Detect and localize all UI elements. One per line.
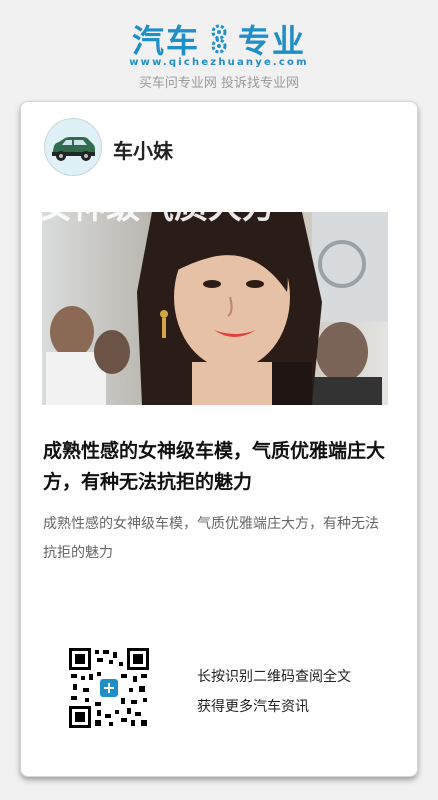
- site-slogan: 买车问专业网 投诉找专业网: [138, 76, 300, 91]
- logo-text-left: 汽车: [131, 22, 200, 60]
- photo-illustration: 女神级气质大方: [42, 212, 388, 405]
- author-avatar[interactable]: [44, 118, 102, 176]
- site-header: 汽车 专业 www.qichezhuanye.com 买车问专业网 投诉找专业网: [0, 0, 438, 100]
- article-card[interactable]: 车小妹 成熟性感的女神级车模，气质优雅端庄大方，有种无法抗拒的魅力 成熟性感的女…: [20, 101, 418, 777]
- qr-code-icon[interactable]: [69, 648, 149, 728]
- article-summary: 成熟性感的女神级车模，气质优雅端庄大方，有种无法抗拒的魅力: [43, 516, 379, 561]
- qr-line-2: 获得更多汽车资讯: [197, 699, 309, 715]
- site-logo[interactable]: 汽车 专业: [0, 18, 438, 60]
- author-name[interactable]: 车小妹: [113, 135, 173, 164]
- gear-icon: [211, 24, 227, 54]
- qr-line-1: 长按识别二维码查阅全文: [197, 669, 351, 685]
- photo-overlay-text: 女神级气质大方: [42, 212, 276, 227]
- site-domain: www.qichezhuanye.com: [129, 57, 309, 68]
- article-title[interactable]: 成熟性感的女神级车模，气质优雅端庄大方，有种无法抗拒的魅力: [43, 436, 403, 498]
- car-icon: [52, 137, 95, 161]
- qr-instructions: 长按识别二维码查阅全文 获得更多汽车资讯: [197, 662, 351, 722]
- logo-text-right: 专业: [238, 22, 307, 60]
- article-photo[interactable]: 女神级气质大方: [42, 212, 388, 405]
